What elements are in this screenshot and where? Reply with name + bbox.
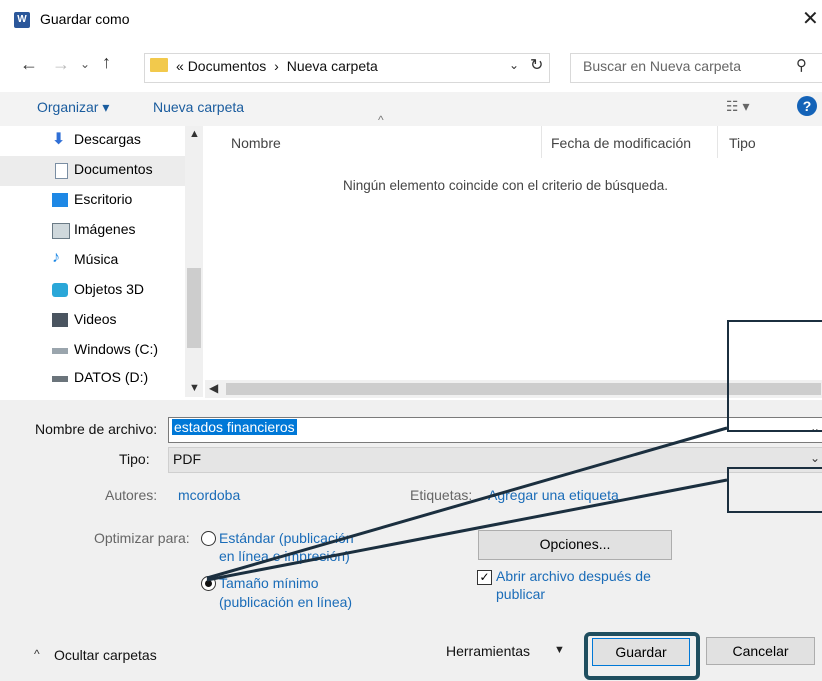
callout-lines <box>206 426 728 582</box>
callout-line <box>206 426 728 580</box>
callout-line <box>206 478 728 582</box>
